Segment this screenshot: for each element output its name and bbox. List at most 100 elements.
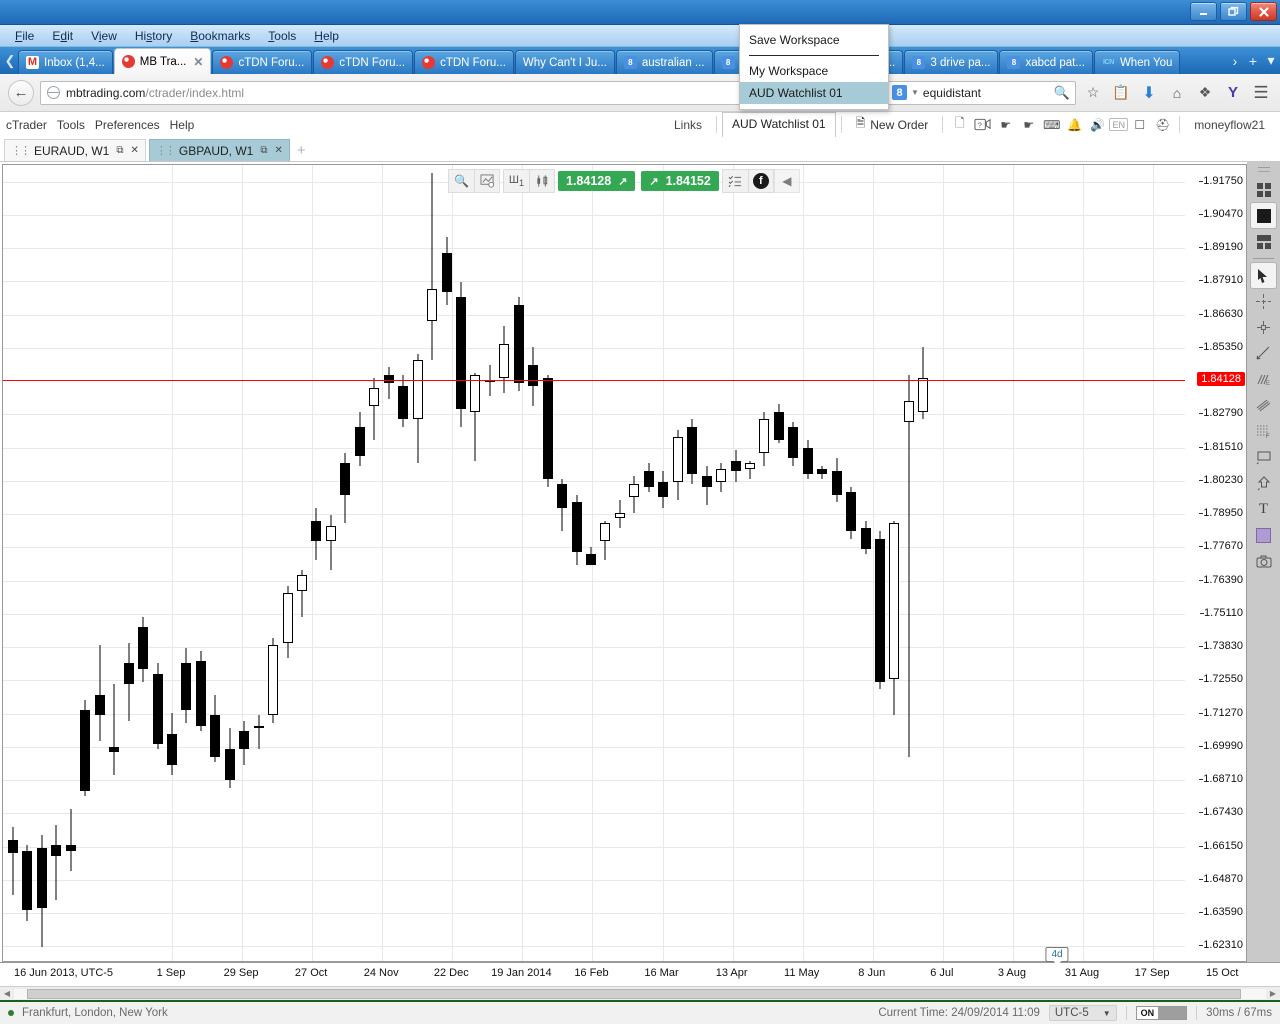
browser-tab[interactable]: Inbox (1,4... xyxy=(18,50,113,74)
tab-scroll-left-icon[interactable]: ❮ xyxy=(2,47,18,74)
split-layout-icon[interactable] xyxy=(1251,229,1276,254)
search-icon[interactable]: 🔍 xyxy=(1054,85,1070,101)
browser-tab[interactable]: Why Can't I Ju... xyxy=(514,50,615,74)
hamburger-menu-icon[interactable]: ☰ xyxy=(1250,81,1272,105)
workspace-dropdown-menu[interactable]: Save Workspace My Workspace AUD Watchlist… xyxy=(739,24,889,110)
chart-tab-detach-icon[interactable]: ⧉ xyxy=(260,145,267,156)
browser-tab[interactable]: cTDN Foru... xyxy=(313,50,414,74)
browser-tab[interactable]: 8 australian ... xyxy=(615,50,713,74)
checklist-icon[interactable] xyxy=(721,169,748,193)
tab-close-icon[interactable]: ✕ xyxy=(193,55,203,69)
search-input[interactable]: equidistant xyxy=(923,86,1050,100)
timeframe-button[interactable]: Ш1 xyxy=(503,169,529,193)
menu-bookmarks[interactable]: Bookmarks xyxy=(181,27,259,45)
trendline-icon[interactable] xyxy=(1251,341,1276,366)
puzzle-icon[interactable]: ❖ xyxy=(1194,81,1216,105)
window-mode-icon[interactable]: ☐ xyxy=(1128,114,1151,135)
menu-view[interactable]: View xyxy=(82,27,126,45)
menu-tools[interactable]: Tools xyxy=(259,27,305,45)
tile-layout-icon[interactable] xyxy=(1251,177,1276,202)
workspace-selector[interactable]: AUD Watchlist 01 xyxy=(722,112,836,137)
chart-horizontal-scrollbar[interactable]: ◀ ▶ xyxy=(0,986,1280,1000)
menu-history[interactable]: History xyxy=(126,27,181,45)
rectangle-icon[interactable] xyxy=(1251,445,1276,470)
toolbar-grip[interactable]: :::::::: xyxy=(1257,164,1270,174)
scroll-right-icon[interactable]: ▶ xyxy=(1266,989,1280,998)
ctrader-menu-ctrader[interactable]: cTrader xyxy=(6,116,57,134)
yahoo-icon[interactable]: Y xyxy=(1222,81,1244,105)
menu-help[interactable]: Help xyxy=(305,27,348,45)
buy-price-button[interactable]: ↗ 1.84152 xyxy=(641,171,719,191)
chart-tab-grip[interactable]: ⋮⋮ xyxy=(156,144,176,157)
account-label[interactable]: moneyflow21 xyxy=(1185,118,1274,132)
browser-tab[interactable]: ICN When You xyxy=(1093,50,1181,74)
camera-icon[interactable] xyxy=(1251,549,1276,574)
facebook-icon[interactable]: f xyxy=(747,169,774,193)
search-engine-dropdown-icon[interactable]: ▼ xyxy=(911,88,919,97)
search-bar[interactable]: 8 ▼ equidistant 🔍 xyxy=(886,80,1076,105)
cursor-icon[interactable] xyxy=(1251,263,1276,288)
price-axis[interactable]: 1.91750 1.90470 1.89190 1.87910 1.86630 1.853… xyxy=(1185,164,1247,962)
chart-tab-close-icon[interactable]: ✕ xyxy=(130,145,138,156)
browser-tab[interactable]: MB Tra... ✕ xyxy=(113,48,212,74)
arrow-up-icon[interactable] xyxy=(1251,471,1276,496)
browser-tab[interactable]: cTDN Foru... xyxy=(212,50,313,74)
tab-list-icon[interactable]: ▾ xyxy=(1262,47,1280,74)
crosshair-icon[interactable] xyxy=(1251,289,1276,314)
tab-overflow-icon[interactable]: › xyxy=(1226,47,1244,74)
browser-tab[interactable]: cTDN Foru... xyxy=(414,50,514,74)
reader-icon[interactable]: 📋 xyxy=(1110,81,1132,105)
chart-tab[interactable]: ⋮⋮ EURAUD, W1 ⧉ ✕ xyxy=(4,139,146,161)
sound-icon[interactable]: 🔊 xyxy=(1086,114,1109,135)
bookmark-star-icon[interactable]: ☆ xyxy=(1082,81,1104,105)
home-icon[interactable]: ⌂ xyxy=(1166,81,1188,105)
parallel-channel-icon[interactable] xyxy=(1251,393,1276,418)
window-minimize-button[interactable] xyxy=(1190,2,1217,21)
scrollbar-thumb[interactable] xyxy=(26,988,1241,999)
add-chart-tab-button[interactable]: + xyxy=(293,142,314,161)
back-button[interactable]: ← xyxy=(8,79,34,106)
elliott-wave-icon[interactable]: E xyxy=(1251,367,1276,392)
chart-tab[interactable]: ⋮⋮ GBPAUD, W1 ⧉ ✕ xyxy=(148,139,290,161)
text-icon[interactable]: T xyxy=(1251,497,1276,522)
browser-tab[interactable]: 8 xabcd pat... xyxy=(999,50,1093,74)
scrollbar-track[interactable] xyxy=(14,988,1266,999)
magnifier-plus-icon[interactable]: 🔍 xyxy=(448,169,474,193)
bell-icon[interactable]: 🔔 xyxy=(1063,114,1086,135)
menu-file[interactable]: File xyxy=(6,27,43,45)
chart-tab-detach-icon[interactable]: ⧉ xyxy=(116,145,123,156)
ctrader-menu-preferences[interactable]: Preferences xyxy=(95,116,170,134)
candlestick-type-icon[interactable] xyxy=(529,169,555,193)
window-restore-button[interactable] xyxy=(1220,2,1247,21)
browser-tab[interactable]: 8 3 drive pa... xyxy=(904,50,999,74)
workspace-menu-item[interactable]: AUD Watchlist 01 xyxy=(740,82,888,104)
window-close-button[interactable] xyxy=(1250,2,1277,21)
new-tab-button[interactable]: + xyxy=(1244,47,1262,74)
hand-check-icon[interactable]: ☛ xyxy=(1017,114,1040,135)
keyboard-icon[interactable]: ⌨ xyxy=(1040,114,1063,135)
ctrader-menu-help[interactable]: Help xyxy=(170,116,205,134)
chart-tab-grip[interactable]: ⋮⋮ xyxy=(11,144,31,157)
workspace-menu-item[interactable]: My Workspace xyxy=(740,60,888,82)
downloads-icon[interactable]: ⬇ xyxy=(1138,81,1160,105)
color-swatch-icon[interactable] xyxy=(1251,523,1276,548)
fullscreen-icon[interactable]: ⛑ xyxy=(1151,114,1174,135)
scroll-left-icon[interactable]: ◀ xyxy=(0,989,14,998)
timezone-selector[interactable]: UTC-5 ▼ xyxy=(1048,1005,1117,1021)
menu-item-save-workspace[interactable]: Save Workspace xyxy=(740,29,888,51)
search-engine-icon[interactable]: 8 xyxy=(892,85,907,100)
url-bar[interactable]: mbtrading.com/ctrader/index.html ▼ ↻ xyxy=(40,80,797,105)
single-chart-icon[interactable] xyxy=(1251,203,1276,228)
collapse-toolbar-icon[interactable]: ◀ xyxy=(773,169,800,193)
video-help-icon[interactable]: ? xyxy=(971,114,994,135)
language-badge[interactable]: EN xyxy=(1109,118,1129,131)
new-order-button[interactable]: 🗎 New Order xyxy=(847,114,938,135)
hand-settings-icon[interactable]: ☛ xyxy=(994,114,1017,135)
connection-toggle[interactable]: ON xyxy=(1135,1006,1188,1020)
time-axis[interactable]: 4d 16 Jun 2013, UTC-5 1 Sep 29 Sep 27 Oct 24… xyxy=(0,947,1280,986)
chart-settings-icon[interactable] xyxy=(474,169,500,193)
sell-price-button[interactable]: 1.84128 ↗ xyxy=(558,171,636,191)
copy-icon[interactable]: 🗋 xyxy=(948,114,971,135)
fibonacci-icon[interactable]: F xyxy=(1251,419,1276,444)
chart-tab-close-icon[interactable]: ✕ xyxy=(274,145,282,156)
